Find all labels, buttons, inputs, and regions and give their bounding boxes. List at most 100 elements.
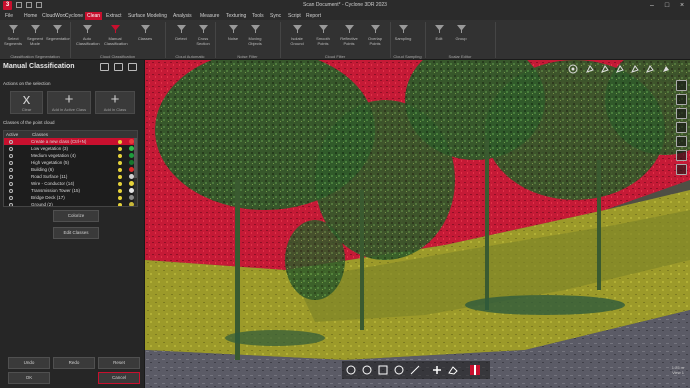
menu-surface-modeling[interactable]: Surface Modeling — [126, 12, 169, 20]
class-row[interactable]: Road Surface (11) — [4, 173, 137, 180]
menu-file[interactable]: File — [3, 12, 15, 20]
class-row[interactable]: Bridge Deck (17) — [4, 194, 137, 201]
minimize-icon[interactable]: – — [645, 1, 659, 10]
ribbon-select-segments-button[interactable]: Select Segments — [2, 22, 24, 52]
classes-scrollbar-thumb[interactable] — [134, 138, 137, 178]
class-row[interactable]: Low vegetation (3) — [4, 145, 137, 152]
circle-select-icon[interactable] — [361, 364, 373, 376]
visibility-icon[interactable] — [118, 181, 122, 186]
ribbon-detect-button[interactable]: Detect — [170, 22, 192, 52]
rect-select-icon[interactable] — [377, 364, 389, 376]
erase-mode-icon[interactable] — [447, 364, 459, 376]
ribbon-moving-objects-button[interactable]: Moving Objects — [244, 22, 266, 52]
menu-analysis[interactable]: Analysis — [171, 12, 194, 20]
class-row[interactable]: Wire - Conductor (14) — [4, 180, 137, 187]
menu-sync[interactable]: Sync — [268, 12, 283, 20]
window-icon[interactable] — [114, 63, 123, 71]
menu-extract[interactable]: Extract — [104, 12, 124, 20]
menu-cyclone[interactable]: Cyclone — [63, 12, 85, 20]
active-class-radio[interactable] — [9, 181, 13, 186]
maximize-icon[interactable]: □ — [660, 1, 674, 10]
class-row[interactable]: Transmission Tower (15) — [4, 187, 137, 194]
visibility-icon[interactable] — [118, 202, 122, 206]
ribbon-overlap-points-button[interactable]: Overlap Points — [364, 22, 386, 52]
visibility-icon[interactable] — [118, 146, 122, 151]
visibility-icon[interactable] — [118, 195, 122, 200]
class-row[interactable]: Create a new class (Ctrl+N) — [4, 138, 137, 145]
target-icon[interactable] — [568, 64, 578, 74]
visibility-icon[interactable] — [118, 139, 122, 144]
add-in-active-class-button[interactable]: + Add in Active Class — [47, 91, 91, 114]
active-class-radio[interactable] — [9, 167, 13, 172]
ok-button[interactable]: OK — [8, 372, 50, 384]
redo-button[interactable]: Redo — [53, 357, 95, 369]
edit-classes-button[interactable]: Edit Classes — [53, 227, 99, 239]
close-icon[interactable]: × — [675, 1, 689, 10]
active-class-radio[interactable] — [9, 195, 13, 200]
active-class-radio[interactable] — [9, 174, 13, 179]
ribbon-reflective-points-button[interactable]: Reflective Points — [338, 22, 360, 52]
clear-button[interactable]: x Clear — [10, 91, 43, 114]
cancel-button[interactable]: Cancel — [98, 372, 140, 384]
ribbon-smooth-points-button[interactable]: Smooth Points — [312, 22, 334, 52]
render-icon[interactable] — [676, 164, 687, 175]
menu-home[interactable]: Home — [22, 12, 39, 20]
menu-clean[interactable]: Clean — [85, 12, 103, 20]
layers-icon[interactable] — [676, 150, 687, 161]
select-rect-icon[interactable] — [600, 64, 610, 74]
ribbon-noise-button[interactable]: Noise — [222, 22, 244, 52]
add-in-class-button[interactable]: + Add in Class — [95, 91, 135, 114]
ribbon-classes-button[interactable]: Classes — [134, 22, 156, 52]
active-class-radio[interactable] — [9, 146, 13, 151]
class-row[interactable]: High vegetation (5) — [4, 159, 137, 166]
menu-measure[interactable]: Measure — [198, 12, 221, 20]
class-row[interactable]: Building (6) — [4, 166, 137, 173]
navigation-icon[interactable] — [676, 80, 687, 91]
menu-script[interactable]: Script — [286, 12, 303, 20]
menu-report[interactable]: Report — [304, 12, 323, 20]
menu-texturing[interactable]: Texturing — [224, 12, 248, 20]
brush-select-icon[interactable] — [409, 364, 421, 376]
visibility-icon[interactable] — [118, 188, 122, 193]
visibility-icon[interactable] — [118, 160, 122, 165]
ribbon-sampling-button[interactable]: Sampling — [392, 22, 414, 52]
undo-button[interactable]: Undo — [8, 357, 50, 369]
invert-selection-icon[interactable] — [645, 64, 655, 74]
point-cloud-viewport[interactable] — [145, 60, 690, 388]
class-row[interactable]: Medium vegetation (4) — [4, 152, 137, 159]
colorize-button[interactable]: Colorize — [53, 210, 99, 222]
menu-tools[interactable]: Tools — [250, 12, 266, 20]
clear-selection-icon[interactable] — [661, 64, 671, 74]
visibility-icon[interactable] — [118, 153, 122, 158]
ribbon-cross-section-button[interactable]: Cross Section — [192, 22, 214, 52]
ribbon-segment-mode-button[interactable]: Segment Mode — [24, 22, 46, 52]
ribbon-isolate-ground-button[interactable]: Isolate Ground — [286, 22, 308, 52]
active-class-radio[interactable] — [9, 160, 13, 165]
class-row[interactable]: Ground (2) — [4, 201, 137, 206]
select-brush-icon[interactable] — [630, 64, 640, 74]
poly-select-icon[interactable] — [393, 364, 405, 376]
toggle-mode-icon[interactable] — [469, 364, 481, 376]
add-mode-icon[interactable] — [431, 364, 443, 376]
visibility-icon[interactable] — [118, 174, 122, 179]
pan-icon[interactable] — [676, 122, 687, 133]
fit-icon[interactable] — [676, 136, 687, 147]
help-icon[interactable] — [100, 63, 109, 71]
reset-button[interactable]: Reset — [98, 357, 140, 369]
pin-icon[interactable] — [128, 63, 137, 71]
active-class-radio[interactable] — [9, 202, 13, 206]
visibility-icon[interactable] — [118, 167, 122, 172]
active-class-radio[interactable] — [9, 188, 13, 193]
active-class-radio[interactable] — [9, 153, 13, 158]
zoom-icon[interactable] — [676, 94, 687, 105]
lasso-icon[interactable] — [345, 364, 357, 376]
ribbon-edit-button[interactable]: Edit — [428, 22, 450, 52]
select-poly-icon[interactable] — [615, 64, 625, 74]
ribbon-auto-classification-button[interactable]: Auto Classification — [76, 22, 100, 52]
ribbon-segmentation-button[interactable]: Segmentation — [46, 22, 71, 52]
ribbon-manual-classification-button[interactable]: Manual Classification — [104, 22, 128, 52]
active-class-radio[interactable] — [9, 139, 13, 144]
select-lasso-icon[interactable] — [585, 64, 595, 74]
view-icon[interactable] — [676, 108, 687, 119]
ribbon-group-button[interactable]: Group — [450, 22, 472, 52]
